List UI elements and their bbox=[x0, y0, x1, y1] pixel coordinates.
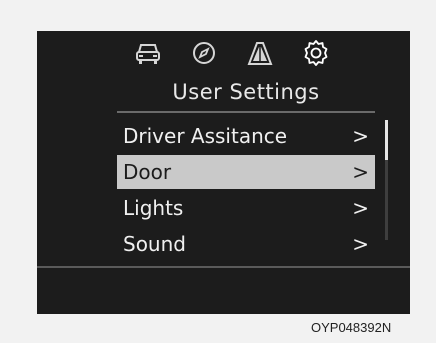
menu-item-label: Driver Assitance bbox=[123, 124, 288, 148]
menu-item-driver-assistance[interactable]: Driver Assitance > bbox=[117, 119, 375, 153]
title-divider bbox=[117, 111, 375, 113]
menu-item-lights[interactable]: Lights > bbox=[117, 191, 375, 225]
settings-menu: Driver Assitance > Door > Lights > Sound… bbox=[117, 119, 375, 263]
car-icon[interactable] bbox=[133, 39, 163, 67]
menu-item-label: Sound bbox=[123, 232, 186, 256]
scrollbar-thumb[interactable] bbox=[385, 120, 388, 160]
menu-item-door[interactable]: Door > bbox=[117, 155, 375, 189]
chevron-right-icon: > bbox=[352, 196, 369, 220]
figure-code: OYP048392N bbox=[311, 320, 392, 335]
display-screen: User Settings Driver Assitance > Door > … bbox=[37, 31, 410, 314]
road-icon[interactable] bbox=[245, 39, 275, 67]
photo-frame: User Settings Driver Assitance > Door > … bbox=[0, 0, 436, 343]
chevron-right-icon: > bbox=[352, 232, 369, 256]
compass-icon[interactable] bbox=[189, 39, 219, 67]
chevron-right-icon: > bbox=[352, 160, 369, 184]
bottom-divider bbox=[37, 266, 410, 268]
menu-item-label: Lights bbox=[123, 196, 184, 220]
page-title: User Settings bbox=[172, 80, 320, 104]
gear-icon[interactable] bbox=[301, 39, 331, 67]
top-icon-bar bbox=[129, 35, 357, 71]
chevron-right-icon: > bbox=[352, 124, 369, 148]
menu-item-label: Door bbox=[123, 160, 172, 184]
menu-item-sound[interactable]: Sound > bbox=[117, 227, 375, 261]
menu-scrollbar[interactable] bbox=[385, 120, 388, 240]
